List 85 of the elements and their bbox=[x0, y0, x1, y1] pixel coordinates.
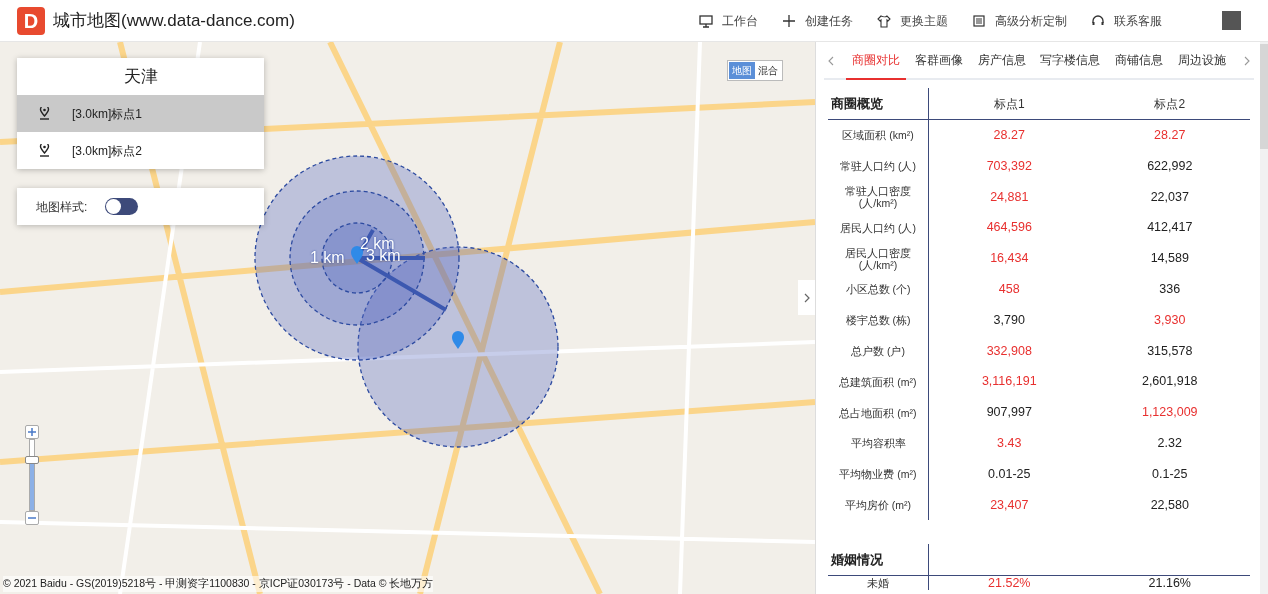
zoom-in-button[interactable] bbox=[25, 425, 39, 439]
city-title: 天津 bbox=[122, 65, 159, 88]
row-label: 小区总数 (个) bbox=[828, 274, 929, 305]
point-item[interactable]: [3.0km]标点2 bbox=[17, 132, 264, 169]
nav-link[interactable]: 创建任务 bbox=[782, 11, 853, 30]
row-label: 平均物业费 (m²) bbox=[828, 458, 929, 490]
section-title: 商圈概览 bbox=[828, 87, 929, 120]
column-header: 标点1 bbox=[992, 95, 1026, 113]
section-title: 婚姻情况 bbox=[828, 543, 929, 576]
table-cell-text: 907,997 bbox=[985, 404, 1033, 422]
table-cell-text: 28.27 bbox=[992, 127, 1026, 144]
row-label: 区域面积 (km²) bbox=[828, 120, 929, 151]
minus-icon bbox=[28, 514, 36, 522]
table-cell-text: 21.16% bbox=[1147, 576, 1192, 591]
row-label: 楼宇总数 (栋) bbox=[828, 304, 929, 336]
row-label: 未婚 bbox=[828, 576, 929, 591]
row-label: 总建筑面积 (m²) bbox=[828, 366, 929, 398]
row-label: 总户数 (户) bbox=[828, 335, 929, 367]
tab[interactable]: 周边设施 bbox=[1172, 42, 1232, 80]
tab[interactable]: 商铺信息 bbox=[1109, 42, 1170, 80]
table-cell-text: 458 bbox=[997, 281, 1021, 298]
table-cell-text: 22,037 bbox=[1149, 188, 1190, 206]
table-cell-text: 3,930 bbox=[1153, 311, 1187, 329]
chevron-right-icon bbox=[803, 293, 810, 304]
table-cell-text: 24,881 bbox=[989, 188, 1030, 206]
map-pin-icon bbox=[452, 331, 464, 349]
table-cell-text: 2.32 bbox=[1156, 435, 1183, 452]
map-copyright: © 2021 Baidu - GS(2019)5218号 - 甲测资字1100830 - 京ICP证030173号 - Data © 长地万方 bbox=[3, 576, 434, 592]
table-cell-text: 2,601,918 bbox=[1140, 373, 1199, 391]
row-label: 平均容积率 bbox=[828, 427, 929, 459]
table-cell-text: 14,589 bbox=[1149, 250, 1190, 268]
table-cell-text: 0.01-25 bbox=[987, 465, 1032, 483]
row-label: 常驻人口约 (人) bbox=[828, 150, 929, 182]
nav-link[interactable]: 更换主题 bbox=[877, 11, 948, 30]
table-cell-text: 3,116,191 bbox=[980, 373, 1038, 391]
point-item[interactable]: [3.0km]标点1 bbox=[17, 95, 264, 132]
avatar-icon bbox=[1222, 11, 1241, 30]
scrollbar-thumb[interactable] bbox=[1260, 44, 1268, 149]
tab[interactable]: 商圈对比 bbox=[846, 42, 906, 80]
table-cell-text: 3.43 bbox=[996, 435, 1023, 452]
location-pin-icon bbox=[39, 107, 50, 120]
table-cell-text: 315,578 bbox=[1146, 342, 1194, 360]
plus-icon bbox=[28, 428, 36, 436]
tab[interactable]: 客群画像 bbox=[908, 42, 969, 80]
radius-label: 1 km bbox=[310, 250, 345, 266]
monitor-icon bbox=[699, 13, 713, 28]
table-cell-text: 332,908 bbox=[985, 342, 1033, 360]
row-label: 居民人口密度 (人/km²) bbox=[828, 243, 929, 274]
row-label: 总占地面积 (m²) bbox=[828, 397, 929, 428]
table-cell-text: 21.52% bbox=[987, 576, 1032, 591]
table-cell-text: 16,434 bbox=[989, 250, 1030, 268]
tab[interactable]: 写字楼信息 bbox=[1034, 42, 1107, 80]
nav-link[interactable]: 工作台 bbox=[699, 11, 758, 30]
row-label: 常驻人口密度 (人/km²) bbox=[828, 181, 929, 213]
row-label: 平均房价 (m²) bbox=[828, 489, 929, 521]
shirt-icon bbox=[877, 13, 891, 28]
table-cell-text: 23,407 bbox=[989, 496, 1030, 514]
table-cell-text: 0.1-25 bbox=[1151, 465, 1189, 483]
table-cell-text: 3,790 bbox=[992, 311, 1026, 329]
tab[interactable]: 房产信息 bbox=[971, 42, 1032, 80]
plus-icon bbox=[782, 13, 796, 28]
nav-link[interactable]: 联系客服 bbox=[1091, 11, 1162, 30]
column-header: 标点2 bbox=[1153, 95, 1187, 113]
panel-toggle-button[interactable] bbox=[798, 280, 815, 315]
style-label: 地图样式: bbox=[36, 198, 88, 216]
table-cell-text: 336 bbox=[1158, 281, 1182, 298]
table-cell-text: 1,123,009 bbox=[1140, 404, 1199, 422]
table-cell-text: 412,417 bbox=[1146, 219, 1194, 237]
table-cell-text: 703,392 bbox=[985, 157, 1033, 175]
chevron-right-icon bbox=[1244, 55, 1250, 66]
logo-icon: D bbox=[17, 6, 45, 35]
table-cell-text: 28.27 bbox=[1153, 127, 1187, 144]
map-type-tab[interactable]: 混合 bbox=[755, 62, 781, 79]
table-cell-text: 22,580 bbox=[1149, 496, 1190, 514]
headset-icon bbox=[1091, 13, 1105, 28]
nav-link[interactable]: 高级分析定制 bbox=[972, 11, 1067, 30]
zoom-out-button[interactable] bbox=[25, 511, 39, 525]
app-title: 城市地图(www.data-dance.com) bbox=[53, 9, 295, 32]
toggle-switch[interactable] bbox=[105, 198, 139, 215]
table-cell-text: 622,992 bbox=[1146, 157, 1194, 175]
table-cell-text: 464,596 bbox=[985, 219, 1033, 237]
zoom-slider-handle[interactable] bbox=[25, 455, 39, 464]
chevron-left-icon bbox=[828, 55, 834, 66]
row-label: 居民人口约 (人) bbox=[828, 212, 929, 244]
location-pin-icon bbox=[39, 144, 50, 157]
